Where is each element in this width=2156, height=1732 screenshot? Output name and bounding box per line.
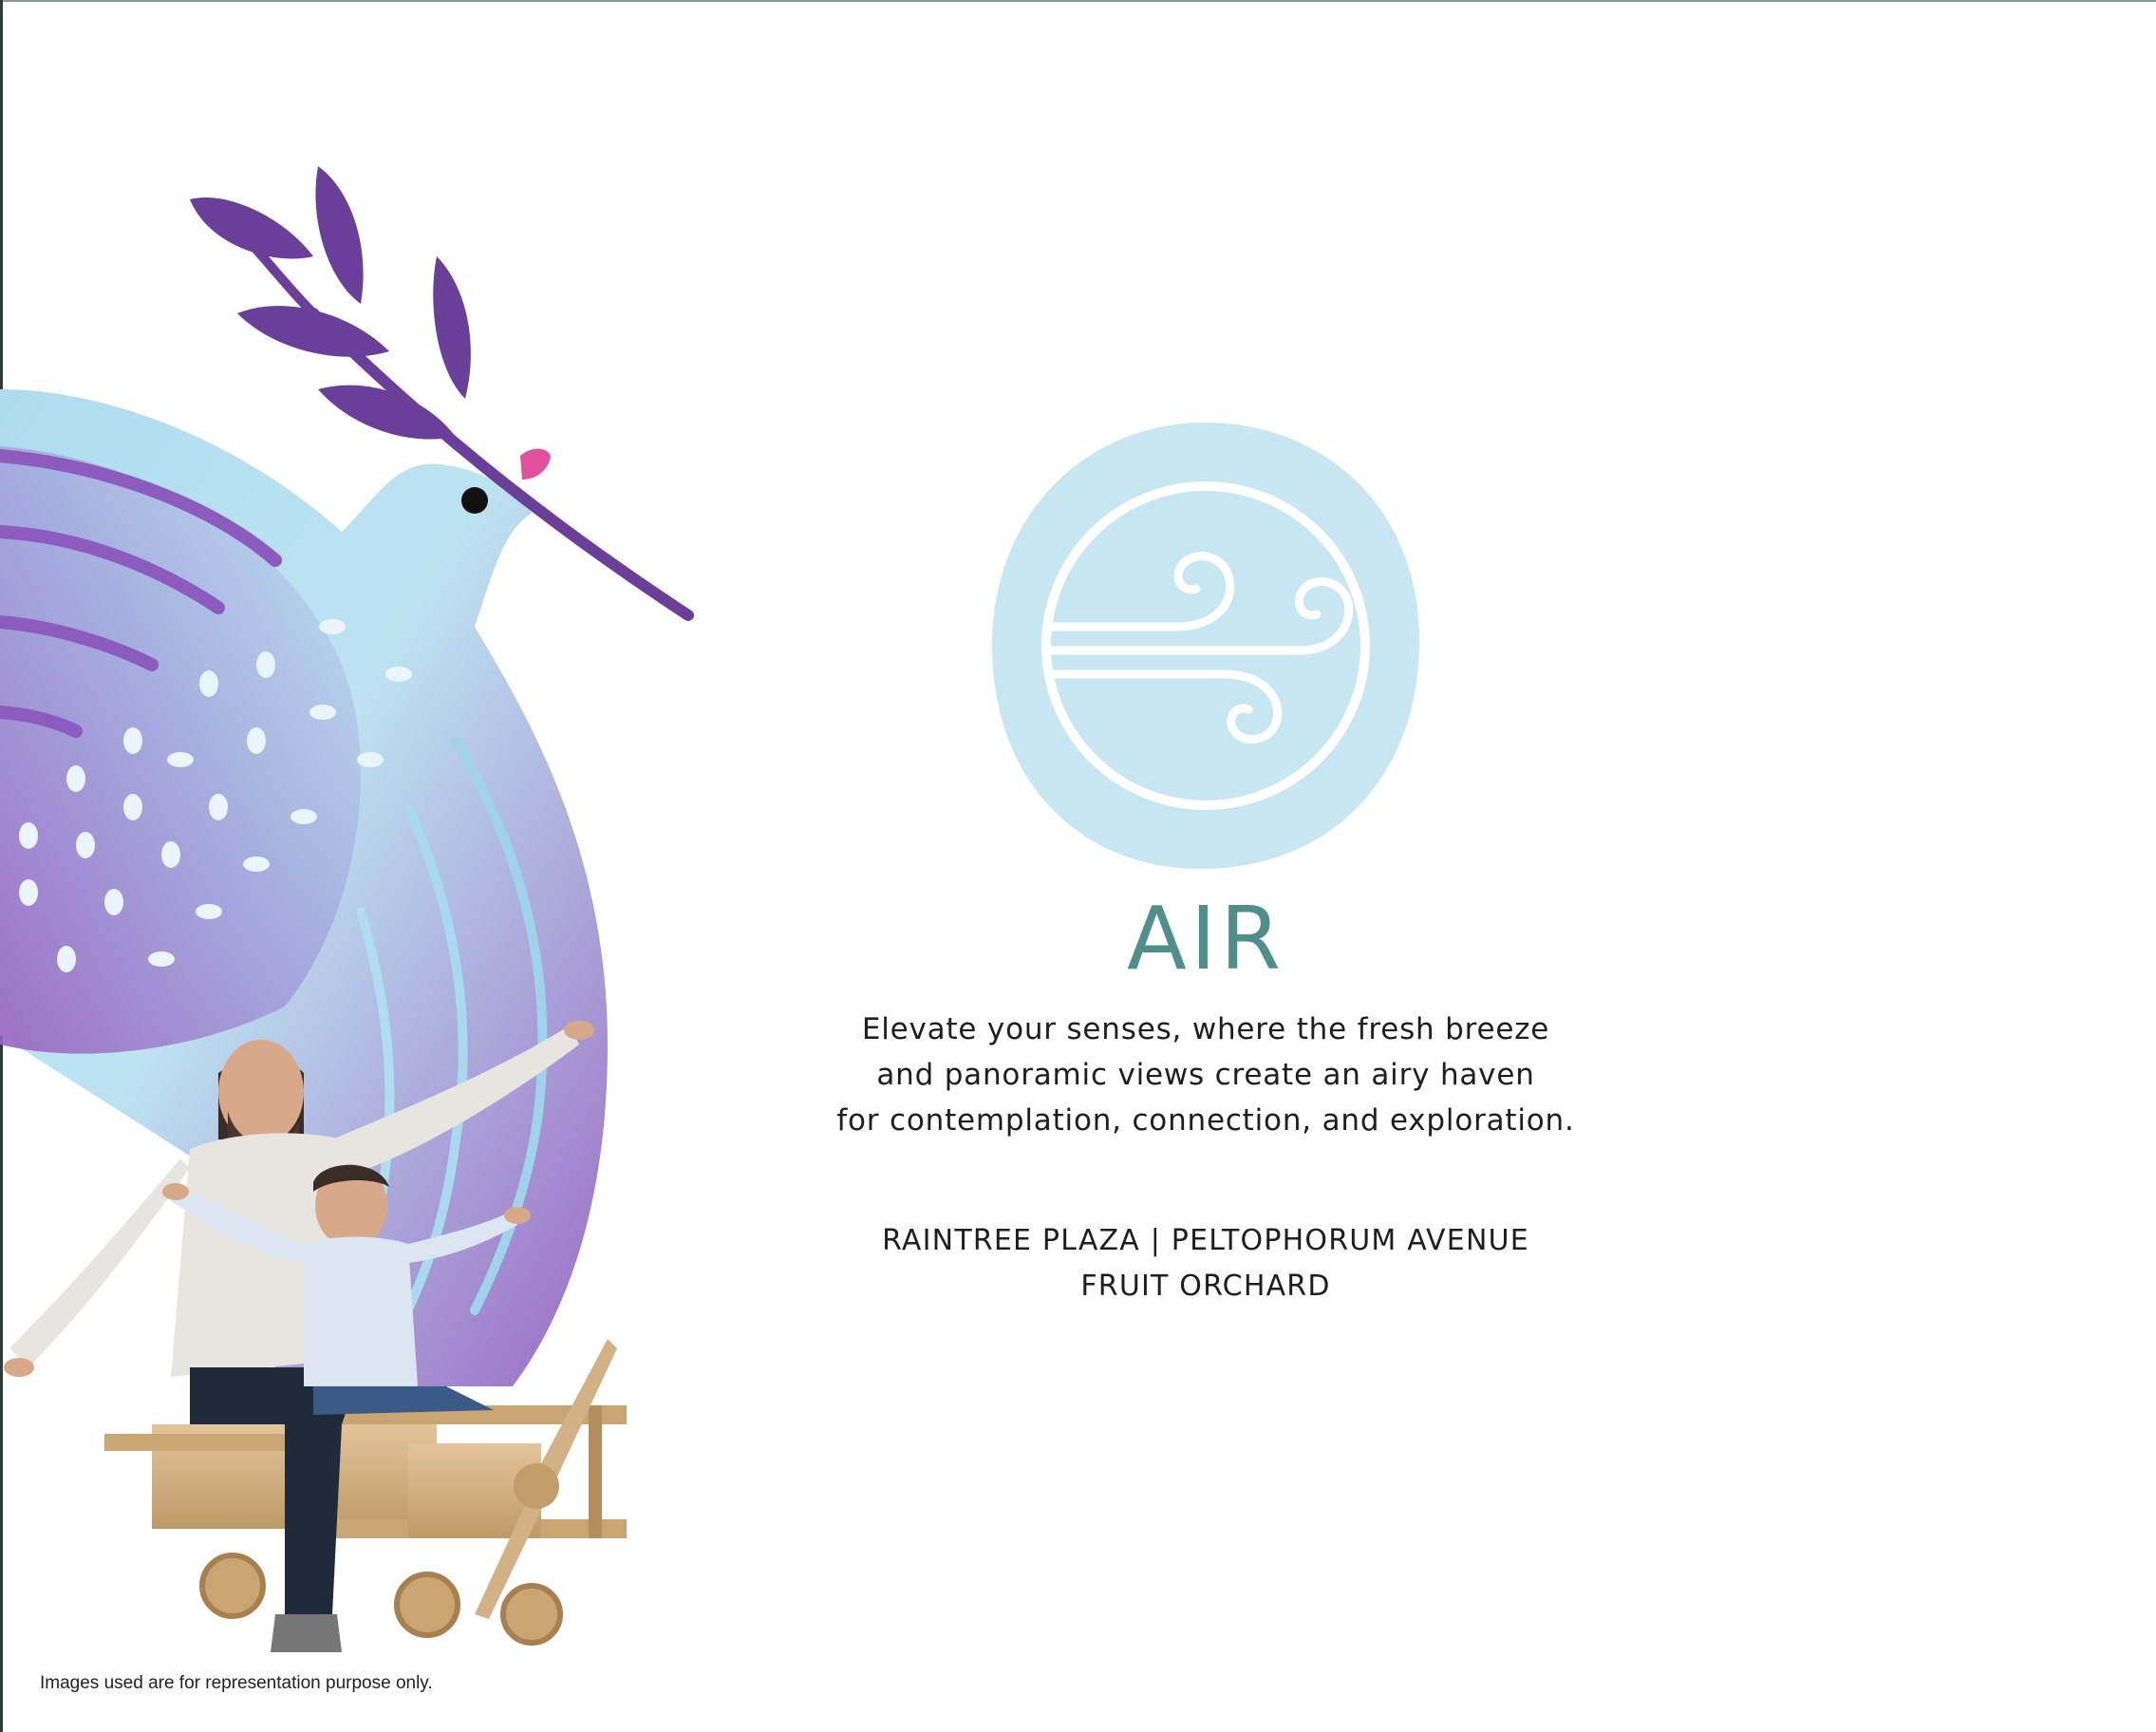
section-title: AIR <box>1127 888 1284 989</box>
description-line: Elevate your senses, where the fresh bre… <box>861 1012 1550 1046</box>
description-line: and panoramic views create an airy haven <box>876 1058 1535 1092</box>
dove-eye <box>461 487 488 514</box>
brochure-page: AIR Elevate your senses, where the fresh… <box>0 0 2156 1732</box>
description-line: for contemplation, connection, and explo… <box>836 1103 1575 1138</box>
section-description: Elevate your senses, where the fresh bre… <box>731 1007 1680 1143</box>
disclaimer-text: Images used are for representation purpo… <box>40 1673 433 1693</box>
location-line: RAINTREE PLAZA | PELTOPHORUM AVENUE <box>882 1224 1529 1257</box>
location-list: RAINTREE PLAZA | PELTOPHORUM AVENUE FRUI… <box>731 1218 1680 1309</box>
dove-beak <box>520 448 551 480</box>
location-line: FRUIT ORCHARD <box>1080 1270 1331 1303</box>
wind-icon <box>992 423 1419 869</box>
dove-illustration <box>0 166 694 1652</box>
